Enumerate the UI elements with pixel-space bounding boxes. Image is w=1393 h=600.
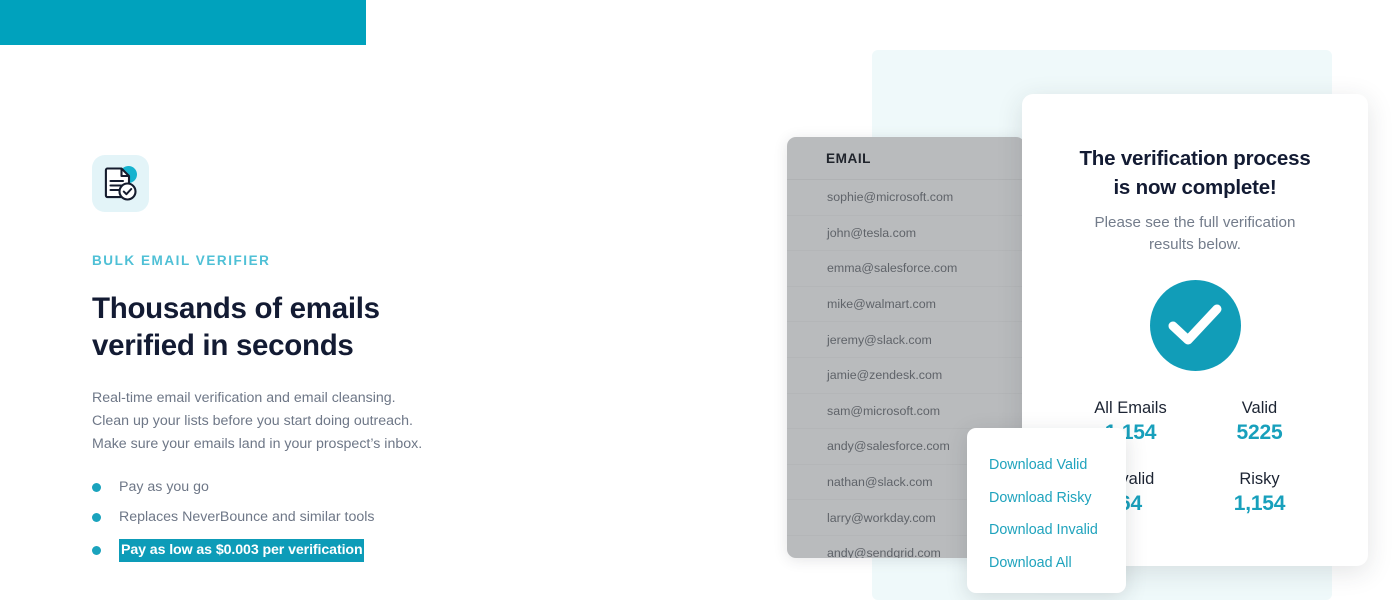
table-row[interactable]: mike@walmart.com <box>787 287 1025 323</box>
menu-item-download-invalid[interactable]: Download Invalid <box>967 514 1126 547</box>
subcopy-line-1: Real-time email verification and email c… <box>92 390 396 406</box>
top-brand-banner <box>0 0 366 45</box>
table-row[interactable]: sophie@microsoft.com <box>787 180 1025 216</box>
subcopy-line-2: Clean up your lists before you start doi… <box>92 413 413 429</box>
verification-title: The verification process is now complete… <box>1052 145 1338 202</box>
bullet-dot-icon <box>92 513 101 523</box>
headline-line-1: Thousands of emails <box>92 291 380 325</box>
table-row[interactable]: sam@microsoft.com <box>787 394 1025 430</box>
subcopy-line-3: Make sure your emails land in your prosp… <box>92 436 423 452</box>
table-row[interactable]: jamie@zendesk.com <box>787 358 1025 394</box>
bullet-label-selected: Pay as low as $0.003 per verification <box>119 538 364 563</box>
bullet-dot-icon <box>92 482 101 492</box>
list-item: Replaces NeverBounce and similar tools <box>92 508 522 526</box>
menu-item-download-valid[interactable]: Download Valid <box>967 449 1126 482</box>
verification-subtitle-line-2: results below. <box>1148 235 1241 253</box>
list-item: Pay as low as $0.003 per verification <box>92 538 522 563</box>
verification-title-line-2: is now complete! <box>1113 175 1277 199</box>
feature-bullet-list: Pay as you go Replaces NeverBounce and s… <box>92 478 522 563</box>
table-row[interactable]: emma@salesforce.com <box>787 251 1025 287</box>
table-column-header-email: EMAIL <box>787 137 1025 180</box>
table-row[interactable]: john@tesla.com <box>787 216 1025 252</box>
document-verified-icon <box>92 155 149 212</box>
bullet-label: Pay as you go <box>119 479 209 495</box>
headline-line-2: verified in seconds <box>92 329 354 363</box>
menu-item-download-all[interactable]: Download All <box>967 547 1126 580</box>
verification-subtitle-line-1: Please see the full verification <box>1094 214 1296 232</box>
stat-label: All Emails <box>1094 398 1167 417</box>
table-row[interactable]: jeremy@slack.com <box>787 322 1025 358</box>
bullet-label: Replaces NeverBounce and similar tools <box>119 509 375 526</box>
checkmark-circle-icon <box>1149 279 1241 371</box>
success-indicator <box>1022 279 1368 371</box>
hero-text-column: BULK EMAIL VERIFIER Thousands of emails … <box>92 155 522 578</box>
stat-valid: Valid 5225 <box>1195 397 1324 447</box>
stat-risky: Risky 1,154 <box>1195 468 1324 518</box>
hero-subcopy: Real-time email verification and email c… <box>92 387 492 456</box>
list-item: Pay as you go <box>92 478 522 496</box>
download-dropdown-menu: Download Valid Download Risky Download I… <box>967 428 1126 593</box>
page-title: Thousands of emails verified in seconds <box>92 290 462 366</box>
menu-item-download-risky[interactable]: Download Risky <box>967 482 1126 515</box>
verification-subtitle: Please see the full verification results… <box>1054 212 1336 255</box>
stat-label: Risky <box>1239 470 1280 489</box>
eyebrow-label: BULK EMAIL VERIFIER <box>92 253 271 268</box>
bullet-dot-icon <box>92 546 101 556</box>
stat-value: 5225 <box>1236 420 1283 444</box>
verification-title-line-1: The verification process <box>1079 147 1311 170</box>
stat-label: Valid <box>1241 398 1278 417</box>
stat-value: 1,154 <box>1233 492 1286 516</box>
